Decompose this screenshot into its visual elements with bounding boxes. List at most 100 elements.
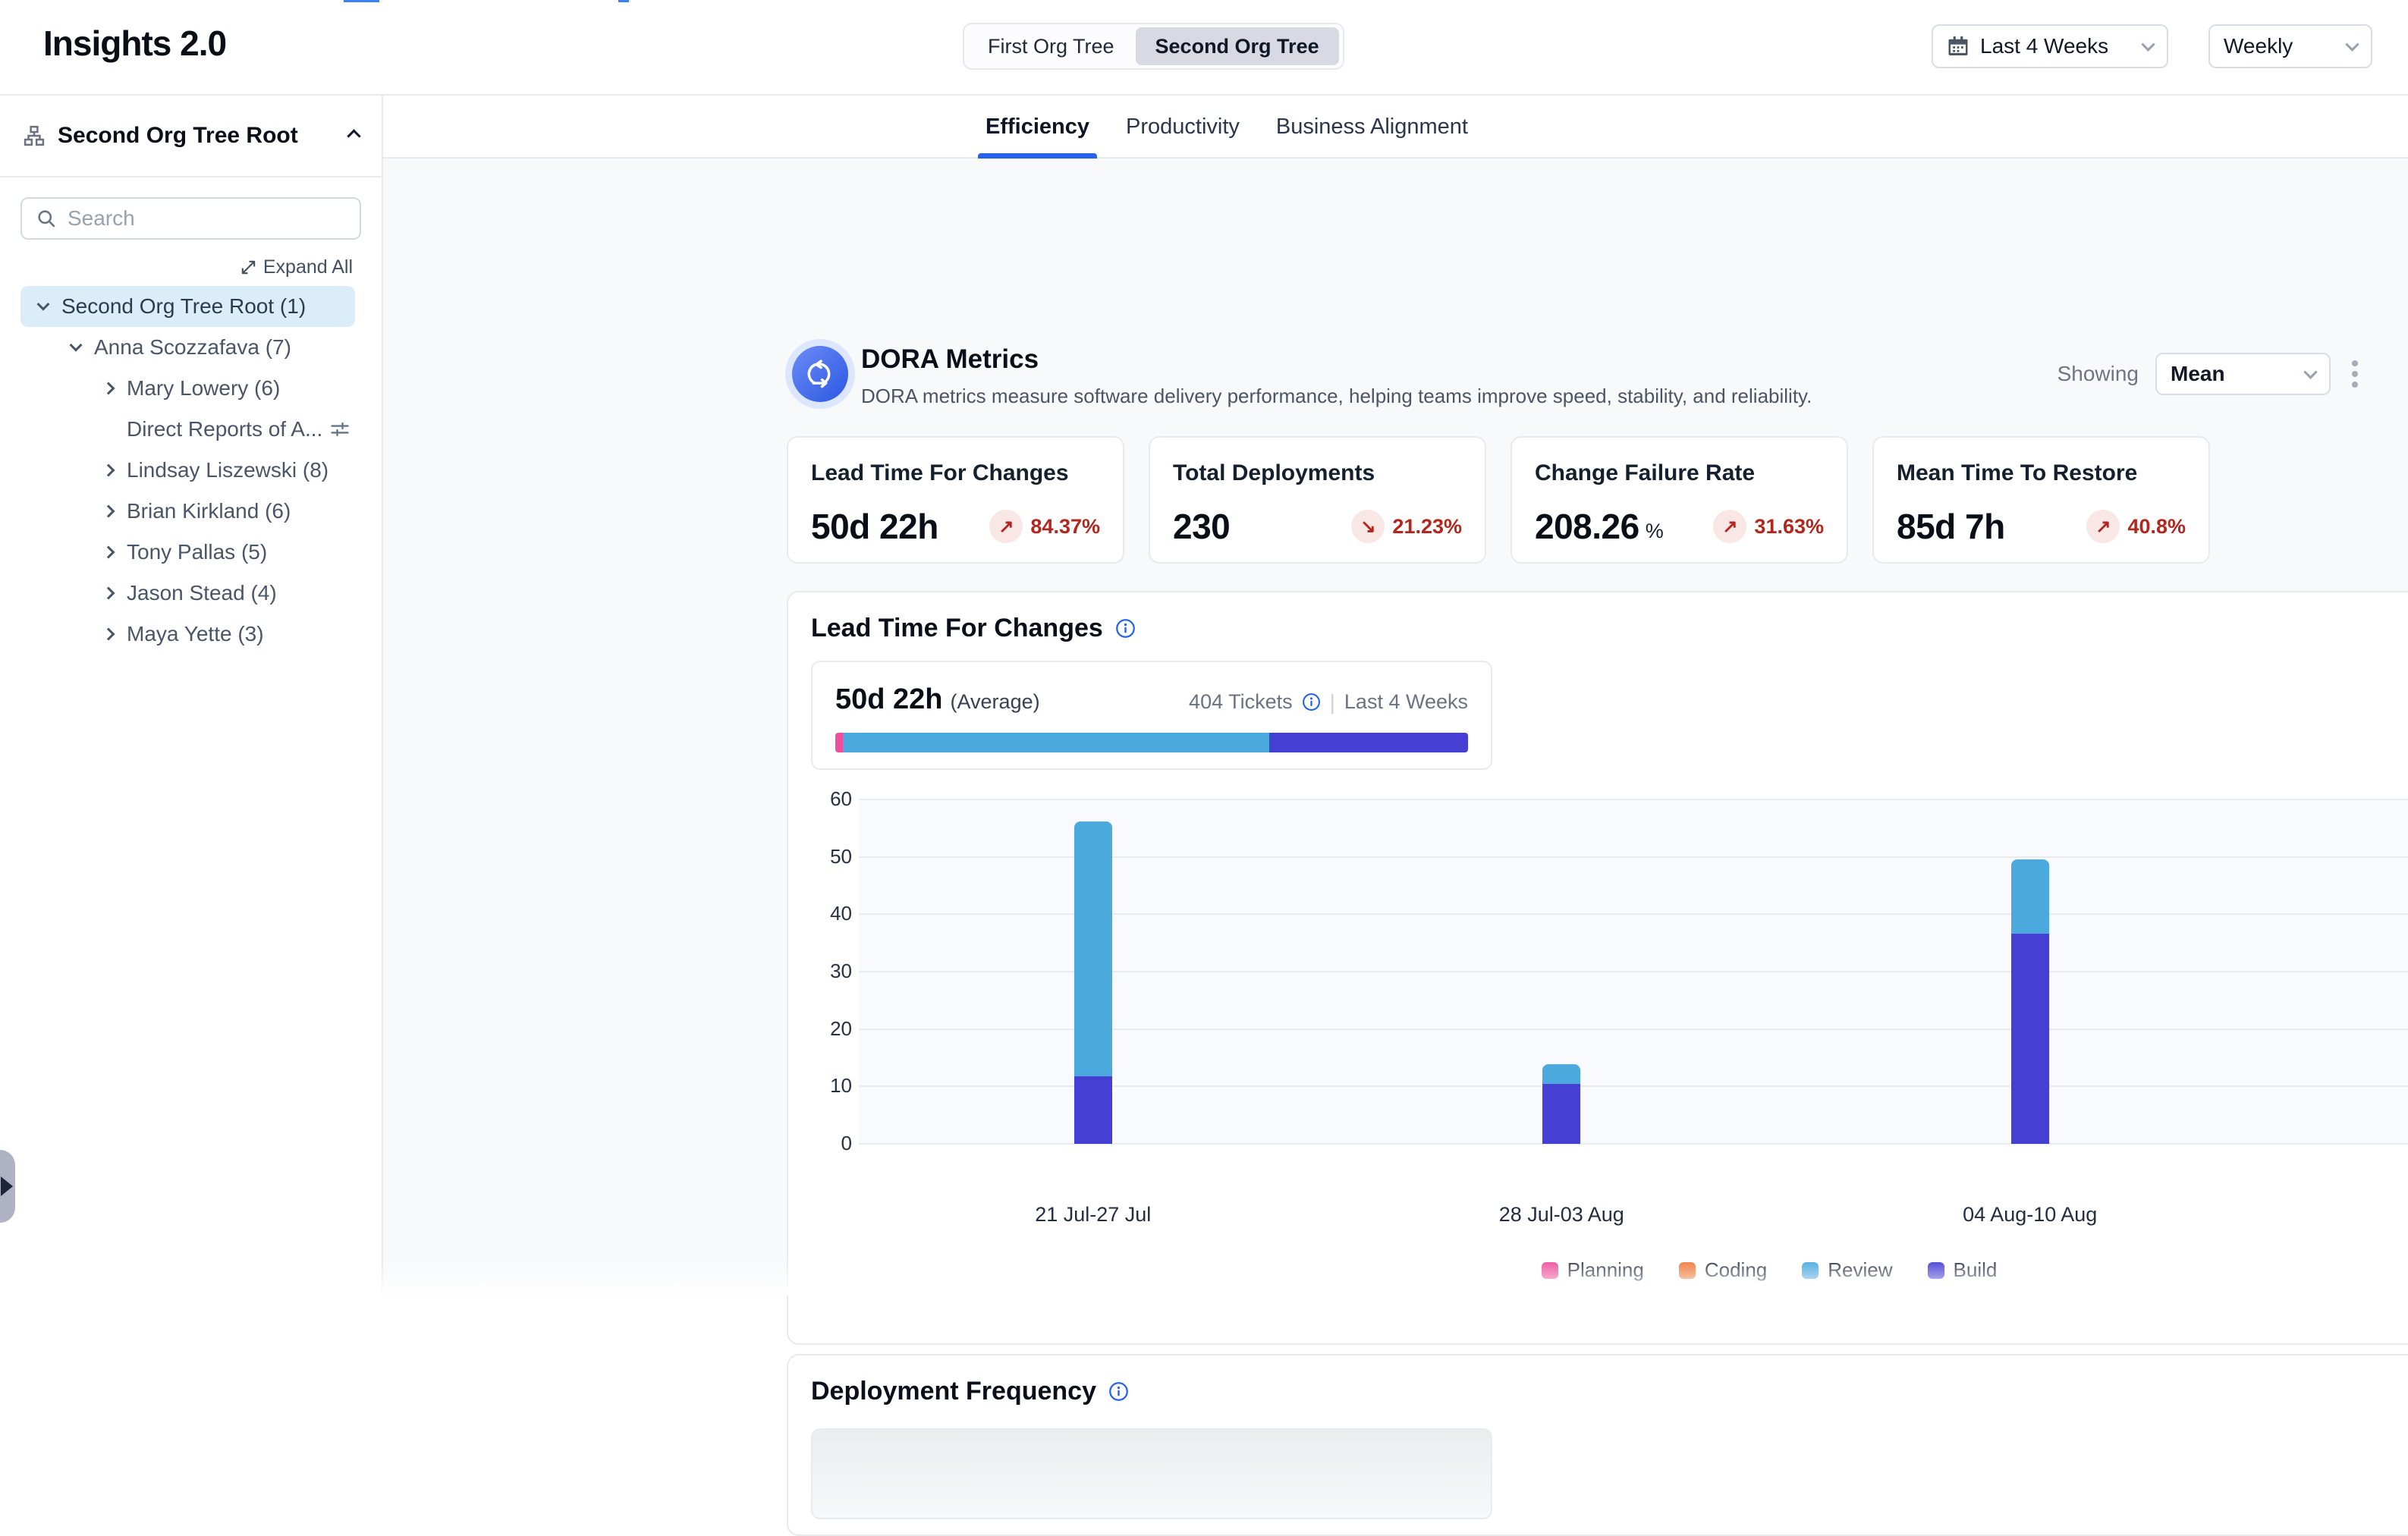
bar-segment-build-04-aug-10-aug[interactable] bbox=[2011, 934, 2049, 1144]
deployment-frequency-panel: Deployment Frequency View Breakdown bbox=[787, 1354, 2408, 1536]
trend-badge: ↘21.23% bbox=[1351, 510, 1462, 543]
tree-item-lindsay-liszewski-8[interactable]: Lindsay Liszewski (8) bbox=[20, 450, 355, 491]
clipped-link-artifact bbox=[344, 0, 379, 2]
search-icon bbox=[36, 208, 57, 229]
info-icon[interactable] bbox=[1108, 1381, 1129, 1402]
y-axis-tick-label: 0 bbox=[788, 1132, 852, 1155]
chevron-down-icon bbox=[2303, 365, 2317, 379]
sidebar-search bbox=[20, 197, 361, 240]
chevron-right-icon bbox=[99, 466, 118, 475]
top-bar: Insights 2.0 First Org Tree Second Org T… bbox=[0, 0, 2408, 96]
main-content: DORA Metrics DORA metrics measure softwa… bbox=[383, 159, 2408, 1296]
chevron-down-icon bbox=[34, 302, 52, 311]
sidebar-header: Second Org Tree Root bbox=[0, 96, 382, 177]
tab-business-alignment[interactable]: Business Alignment bbox=[1273, 96, 1471, 159]
tree-item-label: Maya Yette (3) bbox=[127, 622, 355, 646]
filter-sliders-icon[interactable] bbox=[329, 419, 351, 440]
sidebar-expand-handle[interactable] bbox=[0, 1150, 15, 1223]
collapse-sidebar-chevron-icon[interactable] bbox=[347, 129, 360, 143]
tree-item-label: Second Org Tree Root (1) bbox=[61, 294, 355, 319]
calendar-icon bbox=[1947, 35, 1969, 58]
metric-card-mean-time-to-restore: Mean Time To Restore85d 7h↗40.8% bbox=[1872, 436, 2210, 564]
clipped-link-artifact bbox=[618, 0, 629, 2]
legend-item-coding[interactable]: Coding bbox=[1679, 1258, 1767, 1282]
summary-average-label: (Average) bbox=[951, 690, 1040, 714]
lead-time-summary-card: 50d 22h (Average) 404 Tickets | Last 4 W… bbox=[811, 661, 1492, 770]
bar-segment-build-21-jul-27-jul[interactable] bbox=[1074, 1076, 1112, 1144]
second-org-tree-button[interactable]: Second Org Tree bbox=[1136, 27, 1339, 65]
showing-label: Showing bbox=[2057, 362, 2139, 386]
bar-segment-review-28-jul-03-aug[interactable] bbox=[1542, 1064, 1580, 1084]
deployment-summary-card bbox=[811, 1428, 1492, 1519]
tree-item-label: Jason Stead (4) bbox=[127, 581, 355, 605]
legend-label: Planning bbox=[1567, 1258, 1644, 1282]
phase-segment-review bbox=[843, 733, 1269, 752]
arrow-right-icon bbox=[1, 1176, 13, 1196]
lead-time-title: Lead Time For Changes bbox=[811, 614, 1103, 643]
metric-unit: % bbox=[1646, 520, 1664, 543]
tree-item-brian-kirkland-6[interactable]: Brian Kirkland (6) bbox=[20, 491, 355, 532]
legend-swatch bbox=[1679, 1262, 1696, 1279]
org-tree: Second Org Tree Root (1) Anna Scozzafava … bbox=[0, 286, 382, 655]
tree-item-mary-lowery-6[interactable]: Mary Lowery (6) bbox=[20, 368, 355, 409]
showing-value: Mean bbox=[2171, 362, 2225, 386]
showing-select[interactable]: Mean bbox=[2155, 353, 2331, 395]
metric-value: 50d 22h bbox=[811, 506, 938, 547]
date-range-select[interactable]: Last 4 Weeks bbox=[1932, 24, 2168, 68]
tree-item-direct-reports-of-a[interactable]: Direct Reports of A... bbox=[20, 409, 355, 450]
legend-label: Coding bbox=[1705, 1258, 1767, 1282]
y-axis-tick-label: 10 bbox=[788, 1074, 852, 1098]
dora-more-options-button[interactable] bbox=[2347, 356, 2362, 392]
trend-arrow-icon: ↗ bbox=[1713, 510, 1746, 543]
chevron-down-icon bbox=[2141, 37, 2155, 51]
org-chart-icon bbox=[23, 124, 46, 147]
tab-productivity[interactable]: Productivity bbox=[1123, 96, 1243, 159]
tree-item-jason-stead-4[interactable]: Jason Stead (4) bbox=[20, 573, 355, 614]
tree-item-anna-scozzafava-7[interactable]: Anna Scozzafava (7) bbox=[20, 327, 355, 368]
lead-time-panel: Lead Time For Changes View Breakdown 50d… bbox=[787, 591, 2408, 1345]
granularity-select[interactable]: Weekly bbox=[2208, 24, 2372, 68]
trend-delta: 31.63% bbox=[1754, 515, 1824, 539]
trend-badge: ↗ 40.8% bbox=[2086, 510, 2186, 543]
tree-item-second-org-tree-root-1[interactable]: Second Org Tree Root (1) bbox=[20, 286, 355, 327]
summary-value: 50d 22h bbox=[835, 683, 943, 716]
dora-metrics-icon bbox=[785, 339, 855, 409]
tree-item-label: Mary Lowery (6) bbox=[127, 376, 355, 400]
tree-item-label: Direct Reports of A... bbox=[127, 417, 323, 441]
first-org-tree-button[interactable]: First Org Tree bbox=[968, 27, 1134, 65]
bar-segment-review-21-jul-27-jul[interactable] bbox=[1074, 821, 1112, 1076]
expand-all-label: Expand All bbox=[263, 256, 353, 278]
phase-segment-build bbox=[1269, 733, 1468, 752]
granularity-value: Weekly bbox=[2224, 34, 2293, 58]
legend-swatch bbox=[1802, 1262, 1819, 1279]
bar-segment-build-28-jul-03-aug[interactable] bbox=[1542, 1084, 1580, 1144]
x-axis-label: 28 Jul-03 Aug bbox=[1448, 1203, 1675, 1227]
tab-efficiency[interactable]: Efficiency bbox=[982, 96, 1092, 159]
dora-metrics-title: DORA Metrics bbox=[861, 344, 1039, 375]
y-axis-tick-label: 30 bbox=[788, 960, 852, 983]
trend-arrow-icon: ↘ bbox=[1351, 510, 1385, 543]
trend-arrow-icon: ↗ bbox=[2086, 510, 2120, 543]
tree-item-tony-pallas-5[interactable]: Tony Pallas (5) bbox=[20, 532, 355, 573]
info-icon[interactable] bbox=[1115, 618, 1136, 639]
phase-breakdown-bar bbox=[835, 733, 1468, 752]
legend-item-review[interactable]: Review bbox=[1802, 1258, 1892, 1282]
legend-item-build[interactable]: Build bbox=[1928, 1258, 1998, 1282]
search-input[interactable] bbox=[68, 206, 346, 231]
chevron-right-icon bbox=[99, 548, 118, 557]
x-axis-label: 21 Jul-27 Jul bbox=[979, 1203, 1207, 1227]
tree-item-label: Brian Kirkland (6) bbox=[127, 499, 355, 523]
summary-period: Last 4 Weeks bbox=[1344, 690, 1468, 714]
trend-badge: ↗ 31.63% bbox=[1713, 510, 1824, 543]
legend-item-planning[interactable]: Planning bbox=[1542, 1258, 1644, 1282]
chevron-right-icon bbox=[99, 384, 118, 393]
y-axis-tick-label: 50 bbox=[788, 845, 852, 869]
expand-all-button[interactable]: Expand All bbox=[0, 256, 353, 278]
info-icon[interactable] bbox=[1302, 693, 1321, 711]
trend-delta: 40.8% bbox=[2127, 515, 2186, 539]
metric-card-change-failure-rate: Change Failure Rate208.26%↗31.63% bbox=[1511, 436, 1848, 564]
dora-metrics-subtitle: DORA metrics measure software delivery p… bbox=[861, 385, 1812, 408]
tree-item-label: Lindsay Liszewski (8) bbox=[127, 458, 355, 482]
tree-item-maya-yette-3[interactable]: Maya Yette (3) bbox=[20, 614, 355, 655]
bar-segment-review-04-aug-10-aug[interactable] bbox=[2011, 859, 2049, 934]
